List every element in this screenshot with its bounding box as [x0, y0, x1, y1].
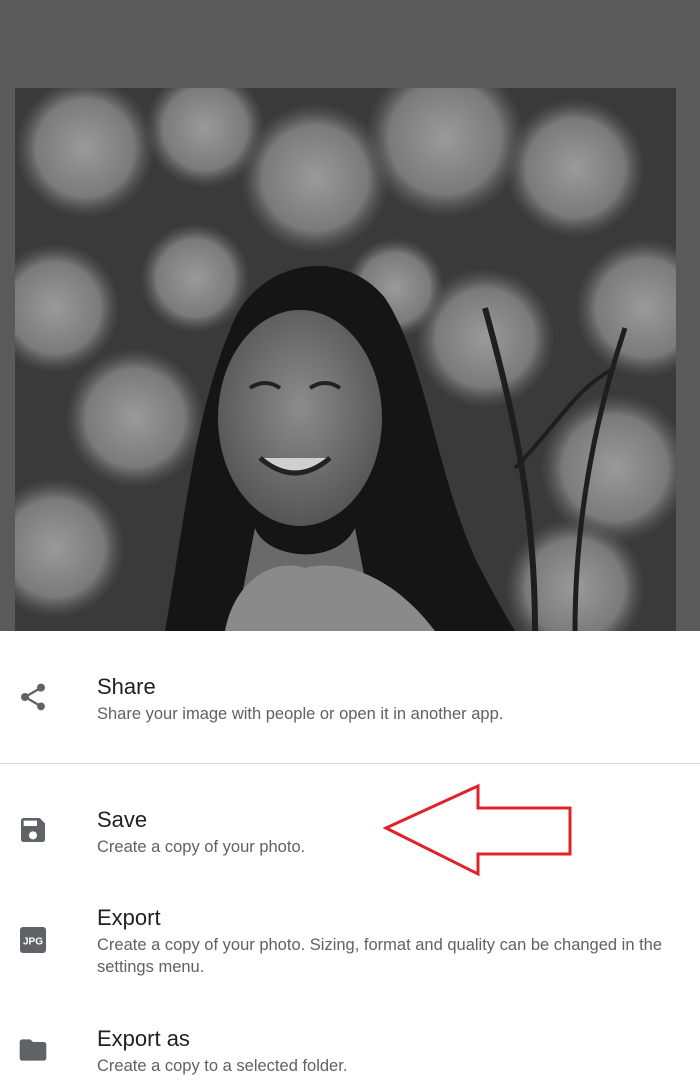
export-as-title: Export as [97, 1026, 190, 1051]
jpg-icon: JPG [17, 924, 49, 956]
export-description: Create a copy of your photo. Sizing, for… [97, 936, 663, 976]
export-as-option[interactable]: Export as Create a copy to a selected fo… [0, 984, 700, 1087]
export-title: Export [97, 905, 161, 930]
save-option[interactable]: Save Create a copy of your photo. [0, 764, 700, 864]
save-title: Save [97, 807, 148, 832]
share-option[interactable]: Share Share your image with people or op… [0, 631, 700, 763]
share-title: Share [97, 674, 156, 699]
red-arrow-annotation [380, 780, 580, 880]
folder-icon [17, 1034, 49, 1066]
jpg-icon-label: JPG [23, 937, 43, 948]
save-icon [17, 814, 49, 846]
photo-preview [15, 88, 676, 631]
share-options-sheet: Share Share your image with people or op… [0, 631, 700, 1087]
share-icon [17, 681, 49, 713]
share-description: Share your image with people or open it … [97, 705, 504, 723]
export-option[interactable]: JPG Export Create a copy of your photo. … [0, 864, 700, 984]
export-as-description: Create a copy to a selected folder. [97, 1057, 348, 1075]
